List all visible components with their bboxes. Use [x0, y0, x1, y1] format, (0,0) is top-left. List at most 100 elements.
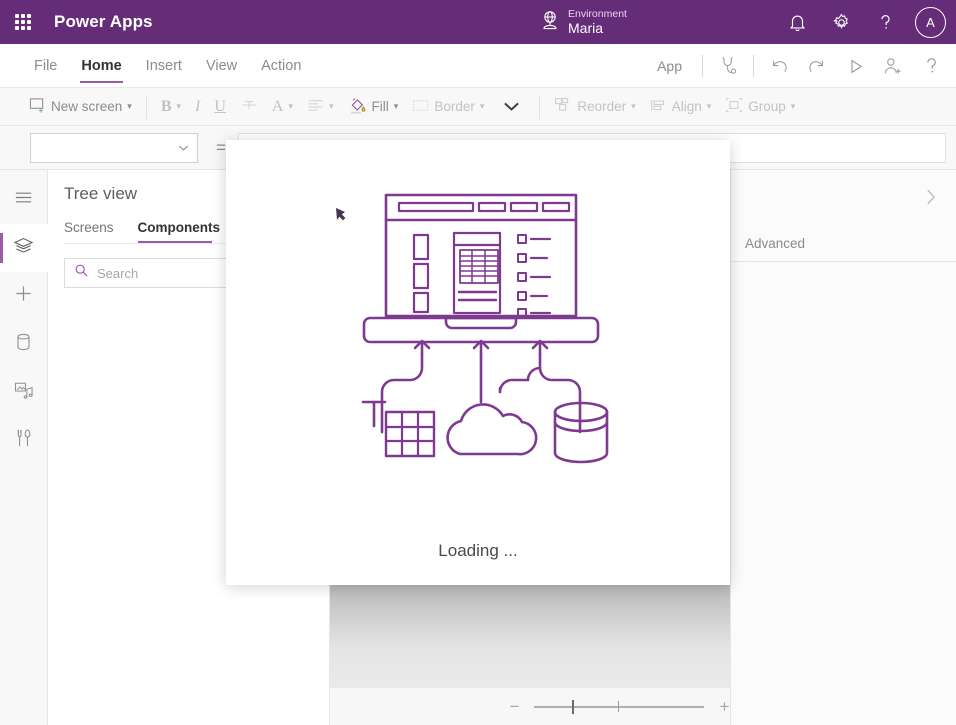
media-image-music-icon	[14, 380, 34, 404]
reorder-icon	[554, 97, 572, 116]
app-menu-button[interactable]: App	[643, 58, 696, 74]
fill-label: Fill	[371, 99, 389, 114]
underline-button[interactable]: U	[207, 92, 233, 122]
italic-button[interactable]: I	[188, 92, 207, 122]
share-person-add-icon[interactable]	[874, 47, 912, 85]
app-checker-stethoscope-icon[interactable]	[709, 47, 747, 85]
sidebar-item-advanced-tools[interactable]	[0, 416, 48, 464]
menu-item-label: Action	[261, 57, 302, 74]
group-button[interactable]: Group ▾	[718, 92, 802, 122]
cursor-pointer-icon	[336, 208, 346, 221]
strikethrough-button[interactable]	[233, 92, 265, 122]
search-magnifier-icon	[74, 263, 89, 283]
font-color-glyph: A	[271, 97, 284, 115]
new-screen-label: New screen	[51, 99, 123, 114]
menu-item-view[interactable]: View	[194, 44, 249, 88]
chevron-down-icon: ▾	[176, 101, 182, 111]
menu-item-label: View	[205, 57, 238, 74]
chevron-down-icon: ▾	[631, 101, 636, 111]
align-left-icon	[307, 98, 324, 115]
help-question-icon[interactable]	[912, 47, 950, 85]
environment-picker[interactable]: Environment Maria	[540, 0, 627, 44]
sidebar-item-insert[interactable]	[0, 272, 48, 320]
zoom-slider-tick	[617, 700, 619, 712]
divider	[539, 94, 541, 119]
reorder-button[interactable]: Reorder ▾	[547, 92, 642, 122]
property-dropdown[interactable]	[30, 132, 198, 163]
environment-label: Environment	[568, 7, 627, 20]
search-input[interactable]: Search	[97, 266, 138, 281]
menu-bar: File Home Insert View Action App	[0, 44, 956, 88]
sidebar-item-media[interactable]	[0, 368, 48, 416]
divider	[753, 55, 754, 77]
border-icon	[412, 98, 429, 116]
power-apps-data-sources-illustration	[336, 193, 609, 464]
suite-bar: Power Apps Environment Maria A	[0, 0, 956, 44]
notifications-bell-icon[interactable]	[777, 2, 817, 42]
waffle-grid-icon	[15, 14, 31, 30]
zoom-slider-handle[interactable]	[571, 699, 574, 714]
chevron-right-icon[interactable]	[920, 186, 942, 208]
redo-icon[interactable]	[798, 47, 836, 85]
border-button[interactable]: Border ▾	[405, 92, 491, 122]
menu-item-label: Insert	[145, 57, 182, 74]
fill-button[interactable]: Fill ▾	[341, 92, 406, 122]
ribbon-more-chevron-icon[interactable]	[491, 92, 532, 122]
chevron-down-icon: ▾	[127, 101, 132, 111]
menu-item-insert[interactable]: Insert	[134, 44, 194, 88]
preview-play-icon[interactable]	[836, 47, 874, 85]
align-objects-icon	[650, 98, 667, 116]
tab-advanced[interactable]: Advanced	[745, 236, 805, 251]
chevron-down-icon	[178, 140, 189, 155]
loading-dialog: Loading ...	[226, 140, 730, 585]
group-icon	[725, 97, 743, 116]
user-avatar[interactable]: A	[915, 6, 946, 38]
tools-icon	[15, 428, 33, 453]
database-cylinder-icon	[15, 332, 32, 357]
bold-button[interactable]: B ▾	[154, 92, 188, 122]
chevron-down-icon: ▾	[329, 101, 334, 111]
undo-icon[interactable]	[760, 47, 798, 85]
underline-glyph: U	[214, 97, 226, 115]
menu-bar-items: File Home Insert View Action	[22, 44, 313, 88]
tab-screens[interactable]: Screens	[64, 216, 122, 243]
sidebar-item-hamburger-menu[interactable]	[0, 176, 48, 224]
menu-item-file[interactable]: File	[22, 44, 69, 88]
menu-item-home[interactable]: Home	[69, 44, 133, 88]
group-label: Group	[748, 99, 786, 114]
chevron-down-icon: ▾	[706, 101, 712, 111]
plus-icon	[14, 284, 33, 308]
tab-label: Screens	[64, 220, 114, 235]
environment-globe-icon	[540, 9, 560, 36]
loading-caption: Loading ...	[438, 541, 518, 560]
menu-bar-actions: App	[643, 44, 950, 88]
properties-panel-tabs: Advanced	[731, 226, 956, 262]
sidebar-item-tree-view[interactable]	[0, 224, 48, 272]
divider	[702, 55, 703, 77]
new-screen-icon	[29, 97, 46, 116]
menu-item-label: Home	[81, 57, 122, 74]
left-rail	[0, 170, 48, 725]
tab-components[interactable]: Components	[137, 216, 229, 243]
text-align-button[interactable]: ▾	[300, 92, 341, 122]
new-screen-button[interactable]: New screen ▾	[22, 92, 139, 122]
help-question-icon[interactable]	[865, 2, 905, 42]
chevron-down-icon: ▾	[393, 101, 399, 111]
chevron-down-icon: ▾	[790, 101, 796, 111]
environment-text: Environment Maria	[568, 8, 627, 36]
menu-item-label: File	[34, 57, 58, 74]
fill-paint-bucket-icon	[348, 96, 367, 118]
zoom-slider[interactable]	[534, 699, 705, 714]
settings-gear-icon[interactable]	[821, 2, 861, 42]
sidebar-item-data[interactable]	[0, 320, 48, 368]
align-objects-button[interactable]: Align ▾	[643, 92, 719, 122]
menu-item-action[interactable]: Action	[249, 44, 313, 88]
tab-label: Components	[137, 220, 221, 235]
zoom-out-button[interactable]: −	[504, 697, 524, 717]
italic-glyph: I	[195, 97, 201, 115]
waffle-menu-button[interactable]	[0, 0, 46, 44]
font-color-button[interactable]: A ▾	[265, 92, 300, 122]
chevron-down-icon: ▾	[288, 101, 293, 111]
bold-glyph: B	[160, 97, 172, 115]
suite-bar-actions: A	[777, 0, 946, 44]
